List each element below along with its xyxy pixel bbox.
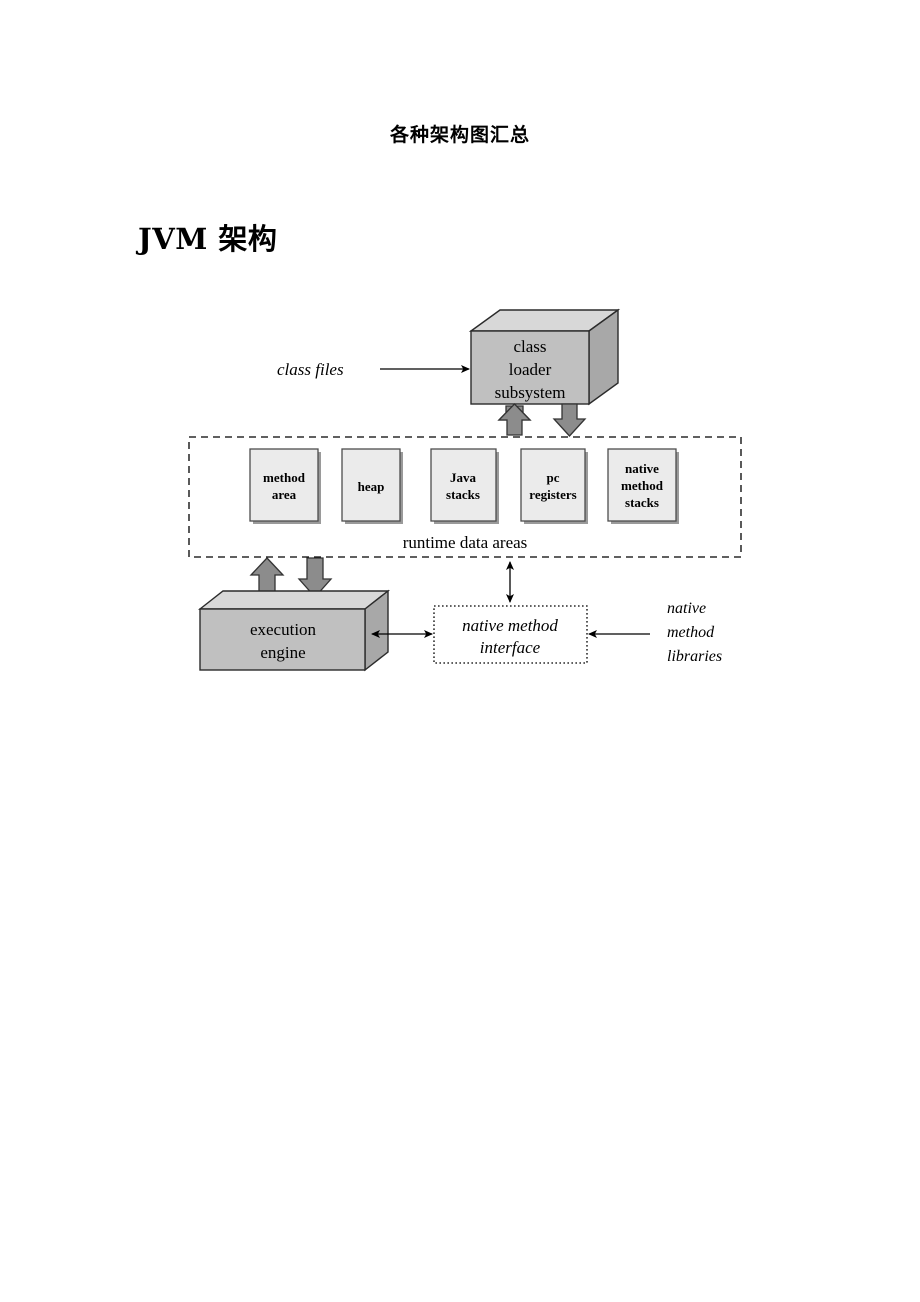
class-loader-line-1: class — [513, 337, 546, 356]
execution-engine-cube-top-face — [197, 590, 391, 610]
java-stacks-line-2: stacks — [446, 487, 480, 502]
runtime-box-pc-registers[interactable]: pc registers — [520, 448, 588, 524]
native-method-libraries-line-1: native — [667, 600, 706, 617]
native-method-interface-line-1: native method — [462, 616, 558, 635]
runtime-box-method-area[interactable]: method area — [249, 448, 321, 524]
execution-engine-line-2: engine — [260, 643, 305, 662]
runtime-box-native-method-stacks[interactable]: native method stacks — [607, 448, 679, 524]
class-loader-up-block-arrow-shape — [497, 403, 532, 436]
runtime-data-areas-container[interactable]: method area heap Java stacks pc register… — [188, 436, 742, 558]
method-area-line-2: area — [272, 487, 297, 502]
execution-engine-cube[interactable]: execution engine — [197, 589, 391, 672]
pc-registers-line-1: pc — [547, 470, 560, 485]
heap-line-1: heap — [358, 479, 385, 494]
class-loader-line-3: subsystem — [495, 383, 566, 402]
java-stacks-box — [430, 448, 497, 522]
execution-engine-line-1: execution — [250, 620, 317, 639]
native-method-interface-box[interactable]: native method interface — [433, 605, 588, 664]
class-loader-down-block-arrow — [552, 403, 587, 437]
java-stacks-line-1: Java — [450, 470, 477, 485]
runtime-data-areas-caption: runtime data areas — [403, 533, 528, 552]
native-method-stacks-line-2: method — [621, 478, 664, 493]
method-area-line-1: method — [263, 470, 306, 485]
native-method-stacks-line-1: native — [625, 461, 659, 476]
class-loader-subsystem-cube[interactable]: class loader subsystem — [468, 308, 621, 406]
pc-registers-line-2: registers — [529, 487, 576, 502]
runtime-box-heap[interactable]: heap — [341, 448, 403, 524]
class-loader-line-2: loader — [509, 360, 552, 379]
native-method-interface-line-2: interface — [480, 638, 541, 657]
runtime-box-java-stacks[interactable]: Java stacks — [430, 448, 499, 524]
pc-registers-box — [520, 448, 586, 522]
jvm-architecture-diagram: class loader subsystem class files metho… — [0, 0, 920, 1302]
method-area-box — [249, 448, 319, 522]
native-method-libraries-label: native method libraries — [667, 600, 722, 665]
native-method-libraries-line-3: libraries — [667, 648, 722, 665]
native-method-libraries-line-2: method — [667, 624, 715, 641]
class-files-label: class files — [277, 360, 344, 379]
native-method-stacks-line-3: stacks — [625, 495, 659, 510]
